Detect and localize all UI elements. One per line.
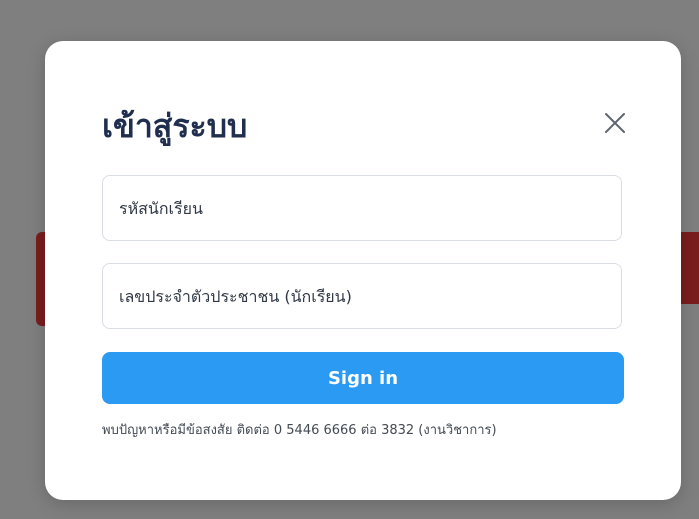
close-button[interactable]	[600, 108, 630, 138]
national-id-input[interactable]	[102, 263, 622, 329]
close-icon	[605, 113, 625, 133]
help-contact-text: พบปัญหาหรือมีข้อสงสัย ติดต่อ 0 5446 6666…	[102, 423, 497, 438]
student-id-input[interactable]	[102, 175, 622, 241]
modal-title: เข้าสู่ระบบ	[102, 107, 248, 145]
sign-in-button[interactable]: Sign in	[102, 352, 624, 404]
login-modal: เข้าสู่ระบบ Sign in พบปัญหาหรือมีข้อสงสั…	[45, 41, 681, 500]
